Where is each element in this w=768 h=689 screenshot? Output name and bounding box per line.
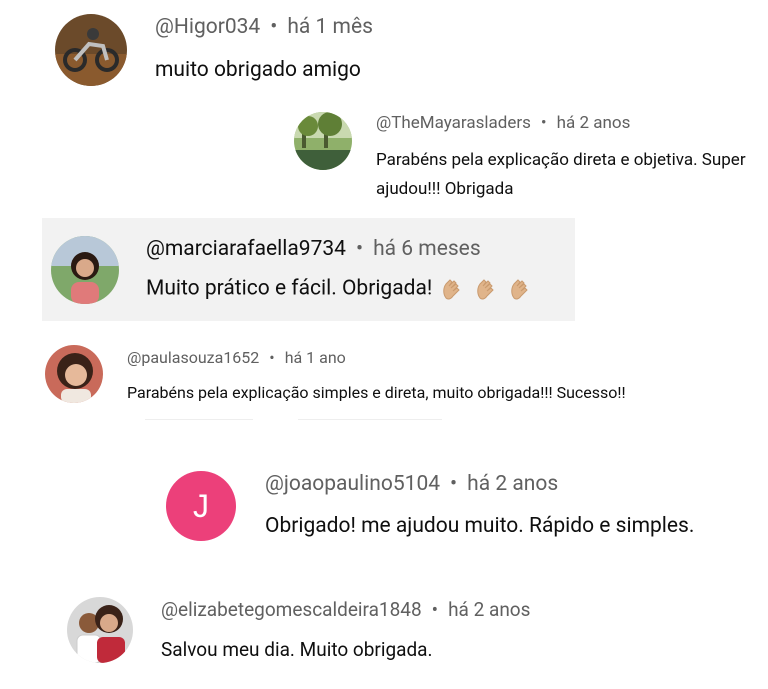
landscape-photo-avatar [294,112,352,170]
comment-meta: @Higor034 • há 1 mês [155,15,373,39]
couple-photo-avatar [67,597,133,663]
comment-author[interactable]: @joaopaulino5104 [265,472,440,496]
comment-text: Obrigado! me ajudou muito. Rápido e simp… [265,514,695,538]
avatar[interactable] [45,345,103,403]
woman-selfie-avatar [45,345,103,403]
clapping-hands-icon [474,276,500,302]
comment-text: muito obrigado amigo [155,58,361,82]
comment-text: Parabéns pela explicação simples e diret… [127,383,626,402]
meta-separator: • [540,113,547,133]
comment-text: Salvou meu dia. Muito obrigada. [161,638,433,661]
divider [145,419,253,420]
comment-time[interactable]: há 6 meses [373,237,481,261]
comment-time[interactable]: há 1 mês [287,15,373,39]
comment-text: Muito prático e fácil. Obrigada! [146,276,534,302]
comment-meta: @TheMayarasladers • há 2 anos [376,113,630,133]
comment-time[interactable]: há 2 anos [467,472,558,496]
comment-author[interactable]: @elizabetegomescaldeira1848 [161,598,422,621]
comment-text-content: Muito prático e fácil. Obrigada! [146,276,433,301]
comment-time[interactable]: há 1 ano [285,348,346,367]
avatar-initial: J [193,487,209,524]
woman-portrait-avatar [51,236,119,304]
comment-meta: @elizabetegomescaldeira1848 • há 2 anos [161,598,530,621]
comment-author[interactable]: @marciarafaella9734 [146,237,346,261]
highlighted-comment-background [42,218,575,321]
meta-separator: • [450,472,458,496]
avatar[interactable] [55,14,127,86]
avatar[interactable] [294,112,352,170]
avatar[interactable] [51,236,119,304]
motorcycle-photo-avatar [55,14,127,86]
meta-separator: • [270,15,278,39]
comment-meta: @marciarafaella9734 • há 6 meses [146,237,481,261]
comment-meta: @paulasouza1652 • há 1 ano [127,348,346,367]
comment-text: Parabéns pela explicação direta e objeti… [376,150,746,199]
divider [298,419,442,420]
clapping-hands-icon [508,276,534,302]
avatar[interactable] [67,597,133,663]
clapping-hands-icon [440,276,466,302]
comment-meta: @joaopaulino5104 • há 2 anos [265,472,558,496]
comment-time[interactable]: há 2 anos [557,113,631,133]
meta-separator: • [431,598,439,621]
comment-author[interactable]: @paulasouza1652 [127,348,259,367]
comment-time[interactable]: há 2 anos [448,598,530,621]
meta-separator: • [269,348,275,367]
comment-author[interactable]: @Higor034 [155,15,260,39]
meta-separator: • [355,237,364,261]
comment-author[interactable]: @TheMayarasladers [376,113,531,133]
avatar[interactable]: J [166,471,236,541]
